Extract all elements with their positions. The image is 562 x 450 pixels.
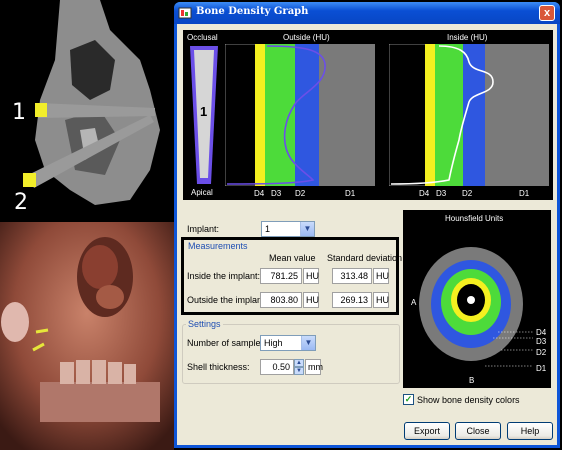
outside-std-field: 269.13 xyxy=(332,292,372,308)
inside-mean-unit: HU xyxy=(303,268,319,284)
shell-thickness-label: Shell thickness: xyxy=(187,362,250,372)
inside-zone-d3: D3 xyxy=(436,189,447,198)
outside-density-graph xyxy=(225,44,375,186)
app-icon xyxy=(178,7,192,19)
samples-select[interactable]: High ▼ xyxy=(260,335,316,351)
ring-label-d4: D4 xyxy=(536,328,547,337)
shell-thickness-input[interactable]: 0.50 xyxy=(260,359,294,375)
samples-label: Number of samples: xyxy=(187,338,268,348)
inside-zone-d4: D4 xyxy=(419,189,430,198)
shell-thickness-unit: mm xyxy=(305,359,323,375)
density-rings-diagram xyxy=(419,247,533,367)
spin-up-icon[interactable]: ▲ xyxy=(294,359,304,367)
dialog-title: Bone Density Graph xyxy=(196,6,309,17)
outside-mean-unit: HU xyxy=(303,292,319,308)
spin-down-icon[interactable]: ▼ xyxy=(294,367,304,375)
inside-implant-label: Inside the implant: xyxy=(187,271,261,281)
close-button[interactable]: Close xyxy=(455,422,501,440)
measurements-group-title: Measurements xyxy=(186,241,250,251)
occlusal-label: Occlusal xyxy=(187,33,218,42)
mean-column-header: Mean value xyxy=(269,253,316,263)
outside-mean-field: 803.80 xyxy=(260,292,302,308)
hounsfield-label-b: B xyxy=(469,376,475,385)
inside-density-graph xyxy=(389,44,549,186)
show-colors-label[interactable]: Show bone density colors xyxy=(417,395,520,405)
inside-zone-d2: D2 xyxy=(462,189,473,198)
outside-zone-d4: D4 xyxy=(254,189,265,198)
implant-number-label: 1 xyxy=(200,104,208,119)
bone-density-dialog: Bone Density Graph x Occlusal Apical 1 O… xyxy=(174,2,560,448)
settings-group xyxy=(182,324,400,384)
inside-zone-d1: D1 xyxy=(519,189,530,198)
outside-std-unit: HU xyxy=(373,292,389,308)
hounsfield-label-a: A xyxy=(411,298,417,307)
hounsfield-title: Hounsfield Units xyxy=(445,214,504,223)
dialog-body: Occlusal Apical 1 Outside (HU) D4 D3 D2 … xyxy=(177,24,557,445)
image-panel: 1 2 xyxy=(0,0,174,450)
close-window-button[interactable]: x xyxy=(539,5,555,21)
help-button[interactable]: Help xyxy=(507,422,553,440)
outside-zone-d3: D3 xyxy=(271,189,282,198)
inside-std-unit: HU xyxy=(373,268,389,284)
samples-select-value: High xyxy=(264,338,283,348)
implant-select-value: 1 xyxy=(265,224,271,234)
outside-implant-label: Outside the implant: xyxy=(187,295,268,305)
ring-label-d2: D2 xyxy=(536,348,547,357)
chevron-down-icon[interactable]: ▼ xyxy=(300,222,314,236)
inside-hu-title: Inside (HU) xyxy=(447,33,488,42)
chevron-down-icon[interactable]: ▼ xyxy=(301,336,315,350)
implant-select[interactable]: 1 ▼ xyxy=(261,221,315,237)
ring-label-d1: D1 xyxy=(536,364,547,373)
title-bar[interactable]: Bone Density Graph x xyxy=(174,2,560,24)
inside-mean-field: 781.25 xyxy=(260,268,302,284)
3d-reconstruction-image xyxy=(0,222,174,450)
ring-label-d3: D3 xyxy=(536,337,547,346)
implant-label: Implant: xyxy=(187,224,220,234)
hounsfield-diagram: Hounsfield Units A B D4 D3 D2 D1 xyxy=(403,210,551,388)
apical-label: Apical xyxy=(191,188,213,197)
density-graph-area: Occlusal Apical 1 Outside (HU) D4 D3 D2 … xyxy=(183,30,553,200)
export-button[interactable]: Export xyxy=(404,422,450,440)
outside-hu-title: Outside (HU) xyxy=(283,33,330,42)
ct-cross-section-image xyxy=(0,0,174,220)
show-colors-checkbox[interactable]: ✓ xyxy=(403,394,414,405)
std-column-header: Standard deviation xyxy=(327,253,403,263)
implant-marker-1: 1 xyxy=(12,100,26,125)
outside-zone-d2: D2 xyxy=(295,189,306,198)
inside-std-field: 313.48 xyxy=(332,268,372,284)
shell-thickness-spinner[interactable]: ▲ ▼ xyxy=(294,359,304,375)
settings-group-title: Settings xyxy=(186,319,223,329)
implant-marker-2: 2 xyxy=(14,190,28,215)
outside-zone-d1: D1 xyxy=(345,189,356,198)
